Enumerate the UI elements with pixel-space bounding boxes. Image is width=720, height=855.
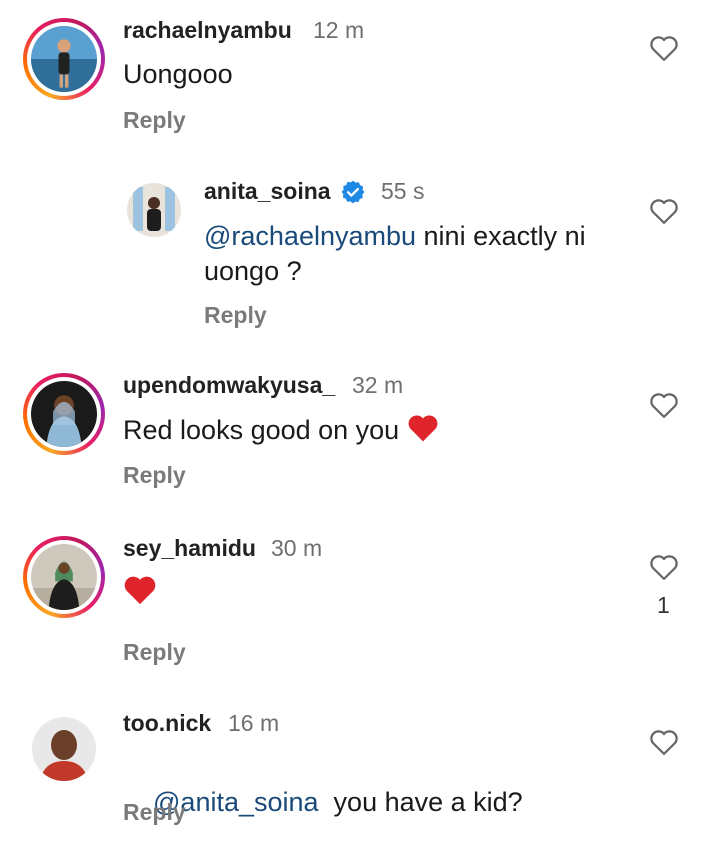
- avatar[interactable]: [127, 183, 181, 237]
- comment-time: 30 m: [271, 535, 323, 561]
- avatar[interactable]: [23, 373, 105, 455]
- like-heart-icon[interactable]: [649, 34, 679, 62]
- avatar[interactable]: [23, 536, 105, 618]
- reply-button[interactable]: Reply: [123, 462, 186, 489]
- reply-button[interactable]: Reply: [123, 639, 186, 666]
- red-heart-emoji-icon: [408, 415, 438, 442]
- comment-too-nick: too.nick 16 m @anita_soina you have a ki…: [0, 695, 720, 847]
- like-heart-icon[interactable]: [649, 391, 679, 419]
- comment-time: 16 m: [228, 710, 280, 736]
- comment-text: @rachaelnyambu nini exactly ni uongo ?: [204, 219, 586, 289]
- profile-photo: [31, 381, 97, 447]
- like-count[interactable]: 1: [657, 592, 670, 619]
- like-heart-icon[interactable]: [649, 728, 679, 756]
- comment-text-content: Red looks good on you: [123, 415, 400, 445]
- profile-photo: [31, 26, 97, 92]
- comment-text-line2: uongo ?: [204, 256, 302, 286]
- like-heart-icon[interactable]: [649, 553, 679, 581]
- profile-photo: [127, 183, 181, 237]
- comment-username[interactable]: too.nick: [123, 710, 211, 737]
- comment-text-content: you have a kid?: [318, 787, 523, 817]
- like-heart-icon[interactable]: [649, 197, 679, 225]
- comment-upendomwakyusa: upendomwakyusa_ 32 m Red looks good on y…: [0, 355, 720, 515]
- profile-photo: [32, 717, 96, 781]
- comment-text: [123, 574, 157, 607]
- comment-username[interactable]: anita_soina: [204, 178, 331, 205]
- comment-text: Red looks good on you: [123, 413, 439, 448]
- reply-button[interactable]: Reply: [123, 799, 186, 826]
- comment-rachaelnyambu: rachaelnyambu 12 m Uongooo Reply: [0, 0, 720, 150]
- comment-text: Uongooo: [123, 59, 233, 89]
- reply-button[interactable]: Reply: [123, 107, 186, 134]
- comment-time: 55 s: [381, 178, 425, 204]
- mention-link[interactable]: @rachaelnyambu: [204, 221, 416, 251]
- comment-username[interactable]: upendomwakyusa_: [123, 372, 335, 399]
- avatar[interactable]: [32, 717, 96, 781]
- comment-sey-hamidu: sey_hamidu 30 m Reply 1: [0, 518, 720, 693]
- red-heart-emoji-icon: [124, 576, 156, 605]
- comment-time: 12 m: [313, 17, 365, 43]
- comment-username[interactable]: sey_hamidu: [123, 535, 256, 562]
- reply-button[interactable]: Reply: [204, 302, 267, 329]
- verified-badge-icon: [340, 179, 366, 205]
- comment-time: 32 m: [352, 372, 404, 398]
- comment-anita-soina: anita_soina 55 s @rachaelnyambu nini exa…: [0, 150, 720, 350]
- comment-username[interactable]: rachaelnyambu: [123, 17, 292, 44]
- comment-text-line1: nini exactly ni: [416, 221, 586, 251]
- profile-photo: [31, 544, 97, 610]
- avatar[interactable]: [23, 18, 105, 100]
